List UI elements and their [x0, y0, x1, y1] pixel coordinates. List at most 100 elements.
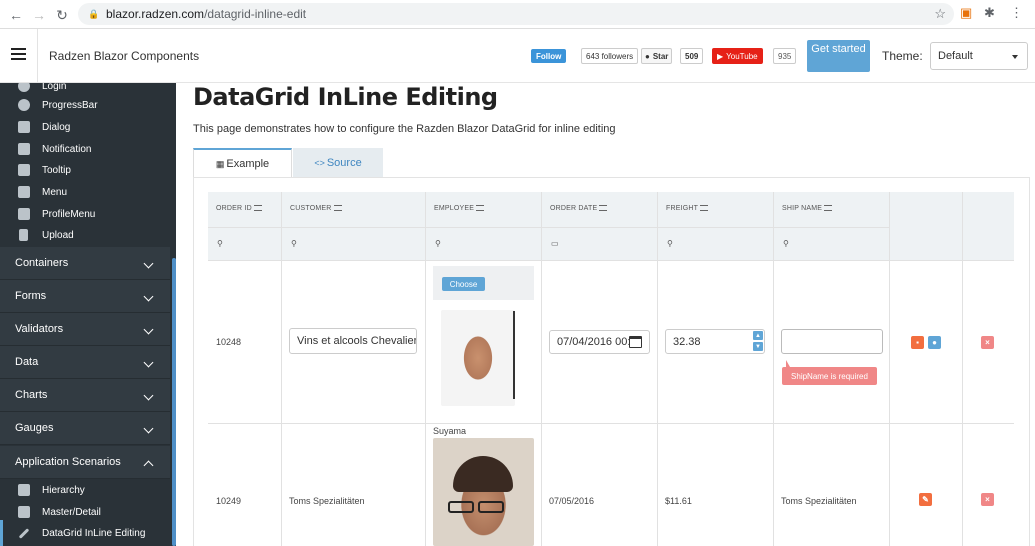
order-id-cell: 10248 [216, 337, 242, 347]
sidebar-item-label: Dialog [42, 121, 71, 133]
sidebar-item-hierarchy[interactable]: Hierarchy [0, 479, 170, 501]
sidebar-item-menu[interactable]: Menu [0, 181, 170, 203]
tab-source[interactable]: <> Source [293, 148, 383, 178]
hamburger-menu-icon[interactable] [11, 48, 26, 60]
validation-error-tooltip: ShipName is required [782, 360, 877, 385]
sidebar-item-progressbar[interactable]: ProgressBar [0, 94, 170, 116]
table-row: 10249 Toms Spezialitäten Suyama 07/05/20… [208, 424, 1014, 546]
sidebar-group-data[interactable]: Data [0, 346, 170, 379]
header-divider [37, 29, 38, 83]
grid-icon: ▦ [215, 158, 225, 169]
sidebar-item-label: Login [42, 83, 67, 92]
github-star-button[interactable]: ● Star [641, 48, 673, 64]
github-star-label: Star [652, 51, 669, 61]
get-started-button[interactable]: Get started [807, 40, 870, 72]
choose-button[interactable]: Choose [442, 277, 485, 291]
chevron-down-icon [1012, 55, 1018, 59]
sidebar-item-dialog[interactable]: Dialog [0, 116, 170, 138]
more-options-icon[interactable]: ⋮ [1010, 5, 1023, 21]
table-row-editing: 10248 Vins et alcools Chevalier Choose 0… [208, 261, 1014, 424]
brand-title: Radzen Blazor Components [49, 49, 200, 63]
sidebar-group-application-scenarios[interactable]: Application Scenarios [0, 446, 170, 479]
chevron-down-icon [143, 324, 154, 335]
profile-menu-icon [18, 208, 30, 220]
sidebar-item-datagrid-inline-editing[interactable]: DataGrid InLine Editing [0, 522, 170, 544]
employee-photo [433, 438, 534, 546]
back-icon[interactable]: ← [5, 4, 27, 26]
ship-name-cell: Toms Spezialitäten [781, 496, 857, 506]
employee-photo [441, 310, 515, 406]
save-icon[interactable]: ▪ [911, 336, 924, 349]
sidebar-group-gauges[interactable]: Gauges [0, 412, 170, 445]
github-icon: ● [645, 51, 650, 61]
twitter-label: Follow [536, 51, 562, 61]
sidebar-item-label: Tooltip [42, 164, 71, 176]
freight-cell: $11.61 [665, 496, 692, 506]
customer-cell: Toms Spezialitäten [289, 496, 365, 506]
dialog-icon [18, 121, 30, 133]
sidebar-group-forms[interactable]: Forms [0, 280, 170, 313]
extension-icon[interactable]: ▣ [960, 5, 972, 21]
sidebar-item-profilemenu[interactable]: ProfileMenu [0, 203, 170, 225]
youtube-label: YouTube [726, 51, 758, 61]
youtube-count[interactable]: 935 [773, 48, 797, 64]
ship-name-input[interactable] [781, 329, 883, 354]
edit-icon [18, 527, 30, 539]
sidebar-item-upload[interactable]: Upload [0, 224, 170, 246]
sidebar-item-label: Master/Detail [42, 506, 101, 518]
tab-label: Example [226, 158, 270, 170]
sidebar-group-containers[interactable]: Containers [0, 247, 170, 280]
tab-example[interactable]: ▦ Example [193, 148, 292, 178]
youtube-icon: ▶ [717, 51, 724, 61]
sidebar-item-notification[interactable]: Notification [0, 138, 170, 160]
sidebar-group-label: Validators [15, 323, 64, 335]
decrement-icon[interactable]: ▼ [753, 342, 763, 351]
reload-icon[interactable]: ↻ [51, 4, 73, 26]
progressbar-icon [18, 99, 30, 111]
sidebar-item-label: Notification [42, 143, 92, 155]
sidebar-item-tooltip[interactable]: Tooltip [0, 159, 170, 181]
sidebar-item-label: Hierarchy [42, 484, 85, 496]
sidebar-group-label: Containers [15, 257, 69, 269]
address-bar[interactable]: 🔒 blazor.radzen.com/datagrid-inline-edit… [78, 3, 954, 25]
cancel-icon[interactable]: ● [928, 336, 941, 349]
increment-icon[interactable]: ▲ [753, 331, 763, 340]
sidebar-group-label: Charts [15, 389, 48, 401]
delete-icon[interactable]: × [981, 493, 994, 506]
order-id-cell: 10249 [216, 496, 242, 506]
sidebar-group-validators[interactable]: Validators [0, 313, 170, 346]
login-icon [18, 83, 30, 92]
sidebar-item-master-detail[interactable]: Master/Detail [0, 501, 170, 523]
photo-edge [513, 311, 515, 399]
tooltip-icon [18, 164, 30, 176]
sidebar-scrollbar[interactable] [172, 258, 176, 546]
edit-icon[interactable]: ✎ [919, 493, 932, 506]
calendar-icon[interactable] [629, 336, 642, 348]
chevron-down-icon [143, 423, 154, 434]
freight-input[interactable]: 32.38 [665, 329, 765, 354]
sidebar-group-charts[interactable]: Charts [0, 379, 170, 412]
browser-toolbar: ← → ↻ 🔒 blazor.radzen.com/datagrid-inlin… [0, 0, 1035, 29]
theme-dropdown[interactable]: Default [930, 42, 1028, 70]
url-host: blazor.radzen.com [106, 7, 205, 21]
datagrid: ORDER ID CUSTOMER EMPLOYEE ORDER DATE FR… [208, 192, 1014, 546]
master-detail-icon [18, 506, 30, 518]
twitter-followers-count[interactable]: 643 followers [581, 48, 639, 64]
sidebar-group-label: Application Scenarios [15, 456, 121, 468]
delete-icon[interactable]: × [981, 336, 994, 349]
sidebar-group-label: Data [15, 356, 39, 368]
puzzle-icon[interactable]: ✱ [984, 5, 995, 21]
customer-input[interactable]: Vins et alcools Chevalier [289, 328, 417, 354]
sidebar-item-label: Menu [42, 186, 68, 198]
code-icon: <> [314, 158, 325, 168]
employee-photo-glasses [448, 501, 474, 513]
page-description: This page demonstrates how to configure … [193, 123, 616, 135]
sidebar-item-label: DataGrid InLine Editing [42, 527, 146, 539]
youtube-button[interactable]: ▶ YouTube [712, 48, 763, 64]
sidebar-item-label: ProfileMenu [42, 208, 96, 220]
bookmark-star-icon[interactable]: ☆ [934, 6, 946, 22]
twitter-follow-button[interactable]: Follow [531, 49, 567, 63]
github-star-count[interactable]: 509 [680, 48, 704, 64]
chevron-down-icon [143, 291, 154, 302]
forward-icon[interactable]: → [28, 4, 50, 26]
